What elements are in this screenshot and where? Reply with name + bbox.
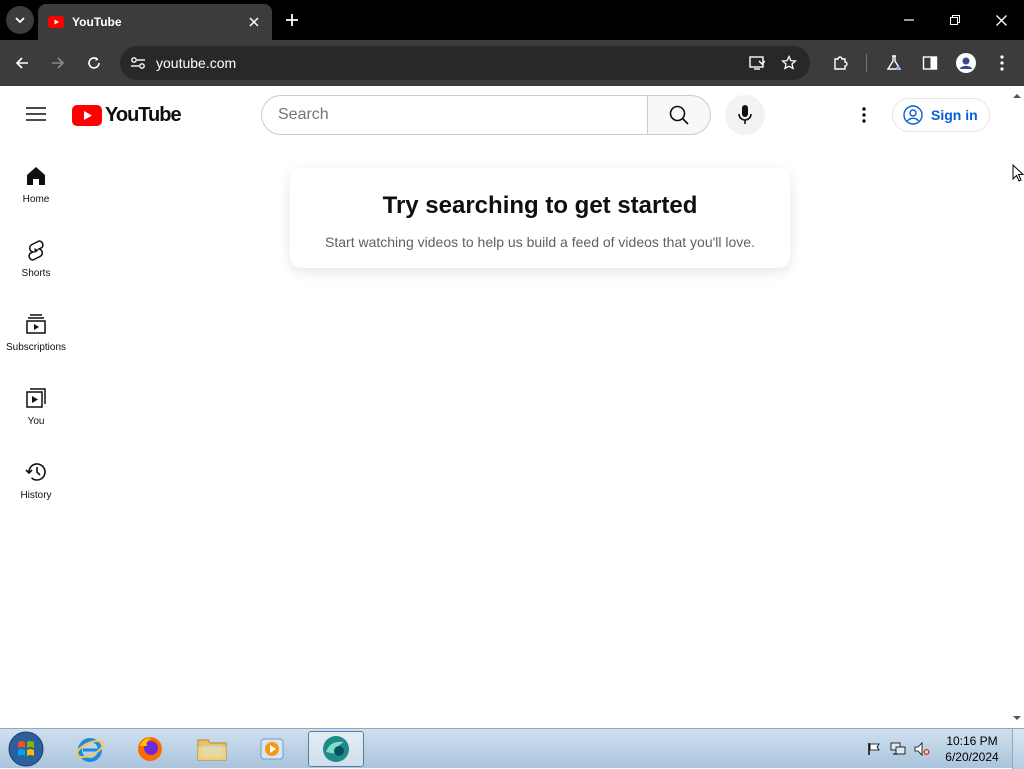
back-button[interactable] (11, 52, 33, 74)
prompt-subtitle: Start watching videos to help us build a… (325, 234, 755, 250)
more-vertical-icon (1000, 55, 1004, 71)
logo-text: YouTube (105, 103, 182, 126)
you-icon (24, 386, 48, 410)
taskbar-internet-explorer[interactable] (62, 731, 118, 767)
guide-item-shorts[interactable]: Shorts (0, 216, 72, 290)
install-app-icon[interactable] (746, 52, 768, 74)
taskbar-media-player[interactable] (244, 731, 300, 767)
microphone-icon (738, 105, 752, 124)
guide-label: Subscriptions (5, 342, 67, 353)
side-panel-icon (922, 56, 938, 70)
search-button[interactable] (647, 95, 711, 135)
voice-search-button[interactable] (725, 95, 765, 135)
windows-taskbar: 10:16 PM 6/20/2024 (0, 728, 1024, 769)
hamburger-menu-icon (26, 107, 46, 121)
guide-menu-button[interactable] (22, 102, 50, 126)
browser-toolbar: youtube.com (0, 40, 1024, 86)
restore-icon (950, 15, 960, 25)
account-circle-icon (903, 105, 923, 125)
puzzle-icon (834, 56, 848, 70)
guide-item-you[interactable]: You (0, 364, 72, 438)
youtube-page: YouTube Sign in Home (0, 86, 1024, 728)
taskbar-browser-active[interactable] (308, 731, 364, 767)
tab-youtube[interactable]: YouTube (38, 4, 272, 40)
labs-button[interactable] (883, 52, 905, 74)
arrow-right-icon (52, 57, 65, 69)
profile-button[interactable] (955, 52, 977, 74)
tab-title: YouTube (72, 15, 122, 29)
chevron-down-icon (15, 17, 25, 24)
show-desktop-button[interactable] (1012, 729, 1024, 769)
reload-icon (88, 57, 100, 69)
prompt-title: Try searching to get started (382, 192, 698, 219)
minimize-icon (904, 19, 914, 21)
browser-app-icon (323, 736, 349, 762)
tab-search-button[interactable] (6, 6, 34, 34)
action-center-flag-icon[interactable] (866, 741, 882, 757)
internet-explorer-icon (76, 738, 104, 762)
guide-label: History (20, 490, 52, 501)
toolbar-divider (866, 54, 867, 72)
guide-item-home[interactable]: Home (0, 142, 72, 216)
shorts-icon (24, 238, 48, 262)
forward-button[interactable] (47, 52, 69, 74)
feed-nudge-card: Try searching to get started Start watch… (290, 168, 790, 268)
guide-item-history[interactable]: History (0, 438, 72, 512)
taskbar-firefox[interactable] (122, 731, 178, 767)
minimize-button[interactable] (899, 10, 919, 30)
firefox-icon (138, 737, 162, 761)
address-bar[interactable]: youtube.com (120, 46, 810, 80)
volume-muted-icon[interactable] (914, 741, 930, 757)
start-button[interactable] (6, 731, 46, 767)
history-icon (24, 460, 48, 484)
sign-in-button[interactable]: Sign in (892, 98, 990, 132)
home-icon (24, 164, 48, 188)
tab-strip: YouTube (0, 0, 1024, 40)
site-settings-icon[interactable] (130, 56, 146, 70)
page-scrollbar[interactable] (1010, 86, 1024, 728)
close-window-button[interactable] (991, 10, 1011, 30)
mouse-cursor-icon (1012, 164, 1024, 182)
youtube-play-logo-icon (72, 104, 102, 126)
sign-in-label: Sign in (931, 107, 978, 123)
windows-start-orb-icon (8, 731, 44, 767)
side-panel-button[interactable] (919, 52, 941, 74)
more-vertical-icon (862, 107, 866, 123)
guide-label: Home (22, 194, 50, 205)
settings-more-button[interactable] (852, 103, 876, 127)
chrome-menu-button[interactable] (991, 52, 1013, 74)
account-circle-icon (956, 53, 976, 73)
reload-button[interactable] (83, 52, 105, 74)
subscriptions-icon (24, 312, 48, 336)
scroll-up-icon[interactable] (1013, 92, 1021, 100)
guide-label: Shorts (21, 268, 51, 279)
youtube-logo[interactable]: YouTube (72, 103, 182, 126)
clock-date: 6/20/2024 (945, 750, 999, 764)
flask-icon (886, 55, 902, 70)
search-box (261, 95, 711, 135)
new-tab-button[interactable] (282, 10, 302, 30)
guide-item-subscriptions[interactable]: Subscriptions (0, 290, 72, 364)
url-text: youtube.com (156, 55, 237, 71)
plus-icon (286, 14, 298, 26)
extensions-button[interactable] (829, 52, 851, 74)
system-clock[interactable]: 10:16 PM 6/20/2024 (936, 733, 1008, 765)
restore-button[interactable] (945, 10, 965, 30)
network-icon[interactable] (890, 741, 906, 757)
search-input[interactable] (261, 95, 647, 135)
close-tab-icon[interactable] (246, 14, 262, 30)
bookmark-star-icon[interactable] (778, 52, 800, 74)
youtube-favicon-icon (48, 16, 64, 28)
masthead: YouTube Sign in (0, 86, 1010, 142)
arrow-left-icon (15, 57, 28, 69)
scroll-down-icon[interactable] (1013, 714, 1021, 722)
guide-label: You (27, 416, 45, 427)
search-icon (669, 105, 689, 125)
media-player-icon (260, 738, 284, 760)
close-icon (995, 14, 1007, 26)
clock-time: 10:16 PM (946, 734, 998, 748)
folder-icon (197, 739, 227, 761)
taskbar-file-explorer[interactable] (184, 731, 240, 767)
